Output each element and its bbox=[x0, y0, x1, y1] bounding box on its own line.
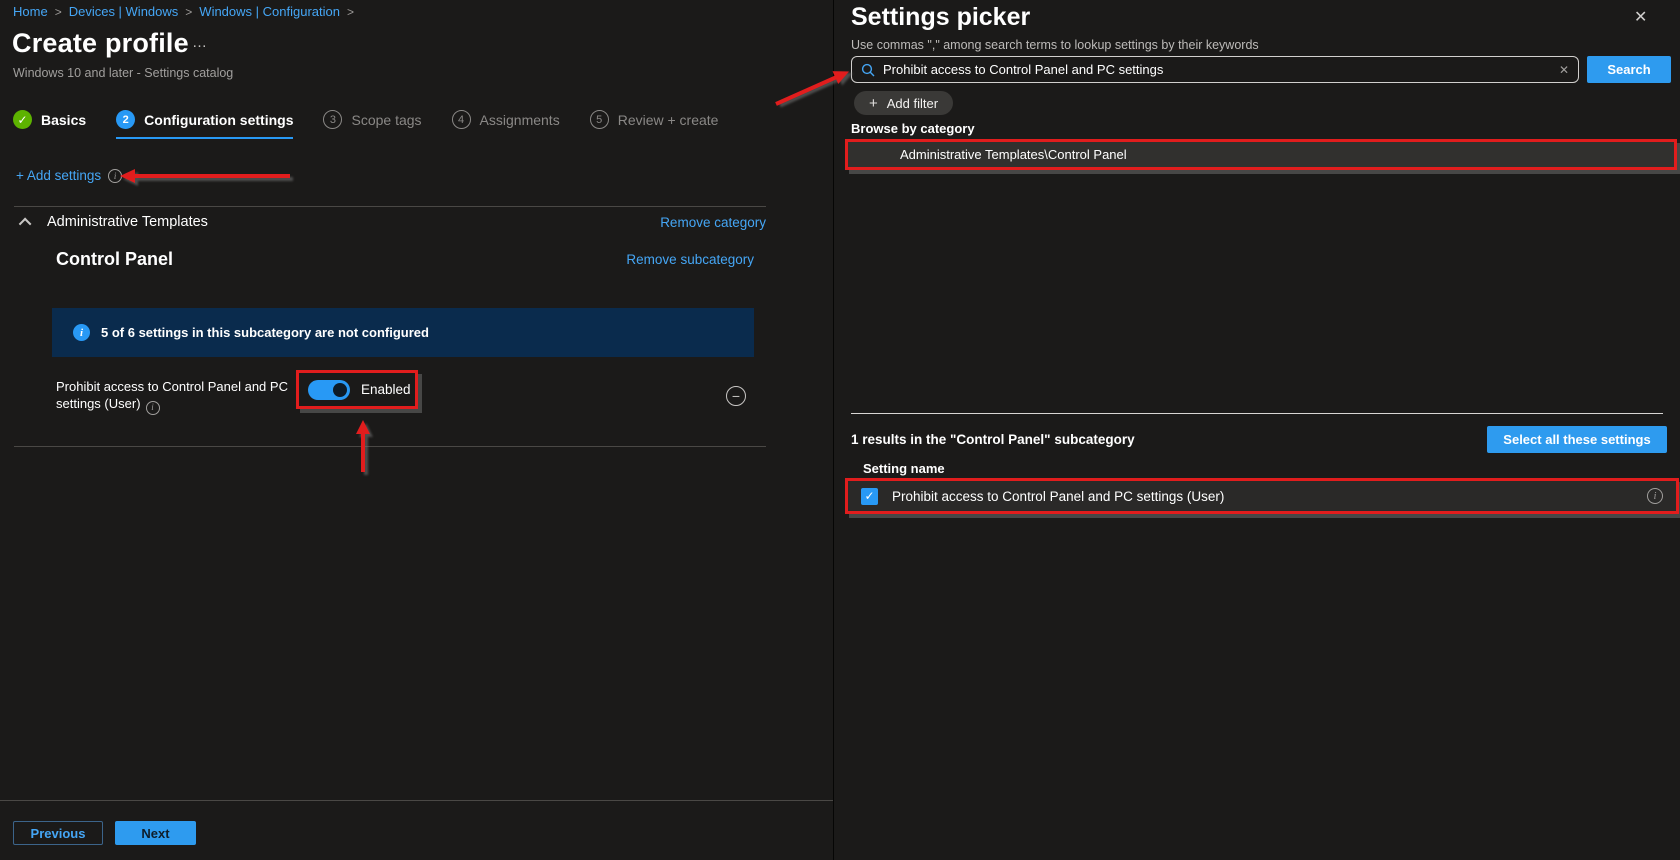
step-scope-tags[interactable]: 3 Scope tags bbox=[323, 110, 422, 139]
step-label: Review + create bbox=[617, 111, 719, 128]
results-count-text: 1 results in the "Control Panel" subcate… bbox=[851, 432, 1135, 447]
step-configuration-settings[interactable]: 2 Configuration settings bbox=[116, 110, 294, 139]
step-number: 2 bbox=[116, 110, 136, 129]
search-button[interactable]: Search bbox=[1587, 56, 1671, 83]
category-name: Administrative Templates bbox=[47, 214, 208, 230]
step-label: Scope tags bbox=[351, 111, 422, 128]
breadcrumb-separator: > bbox=[185, 4, 193, 19]
info-banner-text: 5 of 6 settings in this subcategory are … bbox=[101, 325, 429, 340]
step-number: 5 bbox=[589, 110, 609, 129]
browse-by-category-label: Browse by category bbox=[851, 121, 975, 136]
results-row: 1 results in the "Control Panel" subcate… bbox=[851, 426, 1667, 453]
divider bbox=[14, 446, 766, 447]
plus-icon: + bbox=[869, 94, 878, 112]
remove-setting-minus-icon[interactable]: − bbox=[726, 386, 746, 406]
select-all-settings-button[interactable]: Select all these settings bbox=[1487, 426, 1667, 453]
breadcrumb-separator: > bbox=[54, 4, 62, 19]
panel-subtitle: Use commas "," among search terms to loo… bbox=[851, 38, 1259, 52]
annotation-box-category: Administrative Templates\Control Panel bbox=[845, 139, 1677, 170]
divider bbox=[851, 413, 1663, 414]
setting-checkbox[interactable]: ✓ bbox=[861, 487, 878, 505]
info-icon[interactable]: i bbox=[1647, 488, 1663, 504]
setting-label: Prohibit access to Control Panel and PC … bbox=[56, 378, 296, 416]
settings-picker-panel: Settings picker ✕ Use commas "," among s… bbox=[833, 0, 1680, 860]
step-basics[interactable]: ✓ Basics bbox=[13, 110, 86, 139]
annotation-box-result: ✓ Prohibit access to Control Panel and P… bbox=[845, 478, 1679, 514]
breadcrumb-separator: > bbox=[346, 4, 354, 19]
clear-search-icon[interactable]: ✕ bbox=[1559, 63, 1569, 77]
setting-toggle[interactable] bbox=[308, 379, 350, 400]
search-input[interactable] bbox=[883, 62, 1551, 77]
breadcrumb-windows-configuration[interactable]: Windows | Configuration bbox=[199, 4, 340, 19]
step-number: 4 bbox=[451, 110, 471, 129]
chevron-up-icon[interactable] bbox=[18, 217, 32, 230]
divider bbox=[14, 206, 766, 207]
category-header-row: Administrative Templates Remove category bbox=[14, 214, 766, 230]
add-filter-button[interactable]: + Add filter bbox=[854, 91, 954, 115]
subcategory-name: Control Panel bbox=[56, 249, 174, 269]
wizard-steps: ✓ Basics 2 Configuration settings 3 Scop… bbox=[13, 110, 718, 139]
toggle-knob bbox=[333, 382, 347, 397]
breadcrumb-devices-windows[interactable]: Devices | Windows bbox=[69, 4, 179, 19]
info-icon: i bbox=[73, 324, 90, 341]
info-icon[interactable]: i bbox=[108, 168, 123, 183]
add-settings-label: + Add settings bbox=[16, 168, 102, 183]
setting-result-row[interactable]: ✓ Prohibit access to Control Panel and P… bbox=[848, 481, 1676, 511]
breadcrumb-home[interactable]: Home bbox=[13, 4, 48, 19]
search-icon bbox=[861, 63, 875, 76]
add-filter-label: Add filter bbox=[886, 95, 939, 111]
step-label: Configuration settings bbox=[144, 111, 294, 128]
search-box: ✕ bbox=[851, 56, 1579, 83]
create-profile-pane: Home > Devices | Windows > Windows | Con… bbox=[0, 0, 833, 860]
check-icon: ✓ bbox=[13, 110, 32, 129]
toggle-state-label: Enabled bbox=[361, 382, 411, 397]
annotation-box-toggle: Enabled bbox=[296, 370, 418, 409]
step-assignments[interactable]: 4 Assignments bbox=[451, 110, 560, 139]
step-number: 3 bbox=[323, 110, 343, 129]
next-button[interactable]: Next bbox=[115, 821, 196, 845]
step-review-create[interactable]: 5 Review + create bbox=[589, 110, 719, 139]
setting-label-text: Prohibit access to Control Panel and PC … bbox=[56, 379, 288, 412]
panel-title: Settings picker bbox=[851, 3, 1031, 31]
category-path-row[interactable]: Administrative Templates\Control Panel bbox=[848, 142, 1674, 167]
page-subtitle: Windows 10 and later - Settings catalog bbox=[13, 66, 234, 80]
step-label: Assignments bbox=[479, 111, 560, 128]
step-label: Basics bbox=[41, 111, 87, 128]
footer-divider bbox=[0, 800, 833, 801]
remove-subcategory-link[interactable]: Remove subcategory bbox=[626, 252, 754, 267]
app-root: Home > Devices | Windows > Windows | Con… bbox=[0, 0, 1680, 860]
add-settings-link[interactable]: + Add settings i bbox=[16, 168, 123, 183]
previous-button[interactable]: Previous bbox=[13, 821, 103, 845]
context-menu-dots-icon[interactable]: … bbox=[192, 34, 209, 51]
info-banner: i 5 of 6 settings in this subcategory ar… bbox=[52, 308, 754, 357]
close-icon[interactable]: ✕ bbox=[1634, 7, 1647, 27]
info-icon[interactable]: i bbox=[145, 401, 160, 416]
page-title: Create profile bbox=[12, 28, 189, 58]
subcategory-header-row: Control Panel Remove subcategory bbox=[56, 249, 754, 270]
setting-name-column-label: Setting name bbox=[863, 461, 945, 476]
breadcrumb: Home > Devices | Windows > Windows | Con… bbox=[13, 4, 354, 19]
remove-category-link[interactable]: Remove category bbox=[660, 215, 766, 230]
setting-result-label: Prohibit access to Control Panel and PC … bbox=[892, 488, 1225, 504]
